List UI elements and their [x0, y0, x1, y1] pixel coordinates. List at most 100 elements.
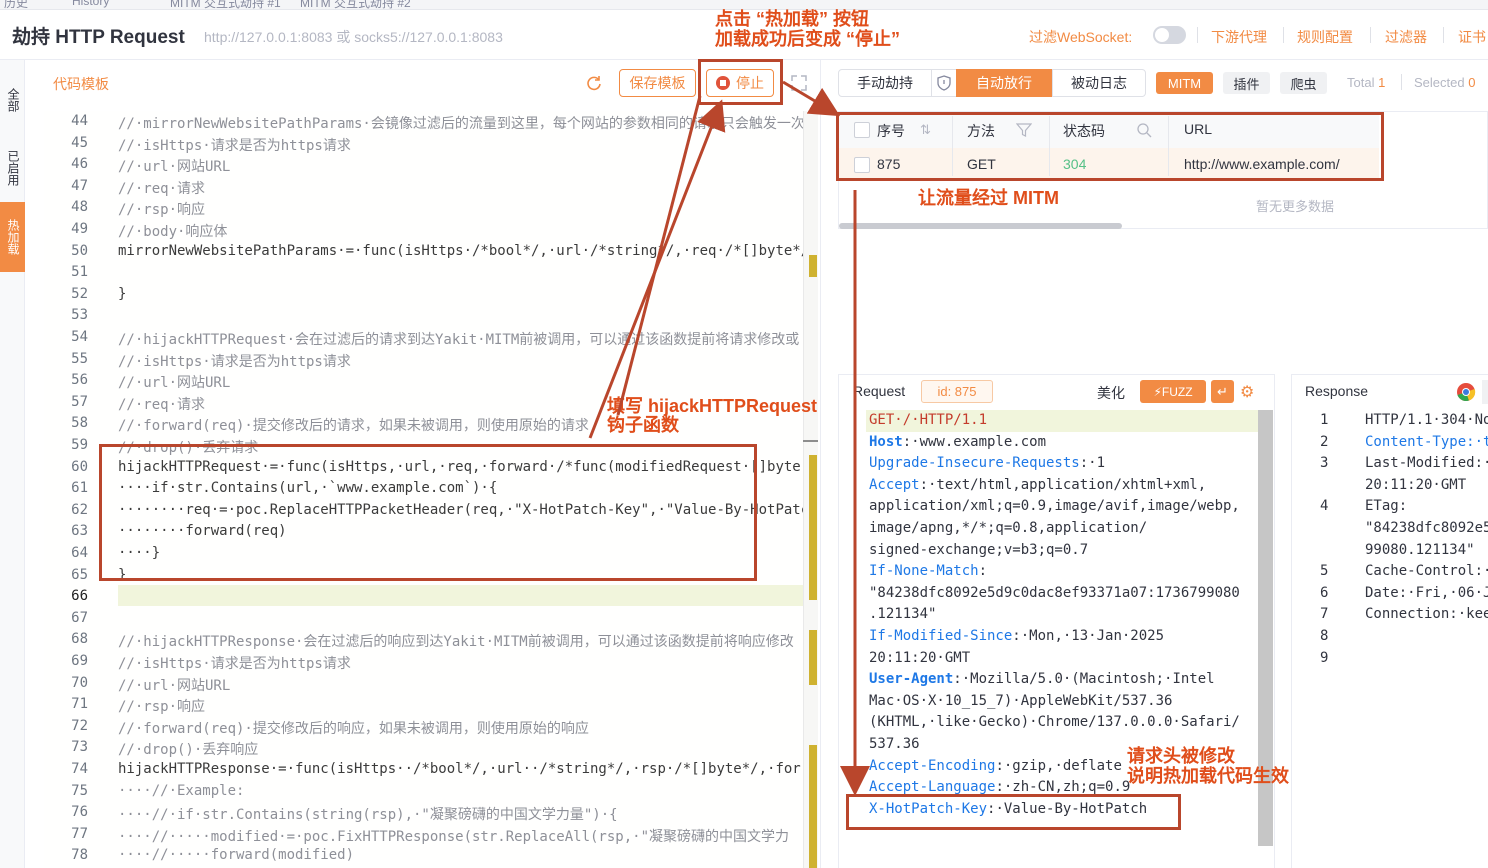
- code-line: }: [118, 285, 127, 302]
- line-number: 45: [71, 134, 88, 151]
- line-number: 75: [71, 782, 88, 799]
- code-line: //·rsp·响应: [118, 699, 206, 716]
- response-line-number: 4: [1320, 498, 1329, 515]
- response-line: 20:11:20·GMT: [1365, 476, 1467, 493]
- line-number: 64: [71, 545, 88, 561]
- line-number: 57: [71, 393, 88, 410]
- plugin-side-tabs: 全部 已启用 热加载: [0, 60, 25, 868]
- request-title: Request: [853, 383, 906, 399]
- line-number: 48: [71, 199, 88, 216]
- gutter-marker: [809, 745, 817, 868]
- refresh-icon[interactable]: [584, 73, 604, 93]
- line-number: 58: [71, 415, 88, 432]
- header-value: :·text/html,application/xhtml+xml,: [919, 476, 1207, 493]
- code-line: //·hijackHTTPResponse·会在过滤后的响应到达Yakit·MI…: [118, 634, 794, 651]
- line-number: 74: [71, 761, 88, 777]
- filter-link[interactable]: 过滤器: [1385, 27, 1427, 47]
- response-line-number: 5: [1320, 563, 1329, 580]
- line-number: 49: [71, 221, 88, 237]
- code-line: mirrorNewWebsitePathParams·=·func(isHttp…: [118, 242, 810, 259]
- line-number: 50: [71, 242, 88, 259]
- header-key: Upgrade-Insecure-Requests: [869, 455, 1080, 472]
- header-key: If-None-Match: [869, 563, 979, 580]
- code-line: //·isHttps·请求是否为https请求: [118, 137, 351, 154]
- filter-websocket-toggle[interactable]: [1153, 26, 1186, 44]
- code-line: //·body·响应体: [118, 224, 228, 240]
- fullscreen-icon[interactable]: [790, 74, 808, 92]
- tab-passive-log[interactable]: 被动日志: [1052, 69, 1146, 97]
- header-value: :·www.example.com: [902, 433, 1047, 450]
- highlight-box-header: [846, 794, 1181, 830]
- line-number: 71: [71, 696, 88, 713]
- code-line: //·forward(req)·提交修改后的请求，如果未被调用，则使用原始的请求: [118, 418, 589, 435]
- filter-websocket-label: 过滤WebSocket:: [1029, 29, 1133, 45]
- code-line: //·url·网站URL: [118, 375, 231, 392]
- annotation-hook-line2: 钩子函数: [607, 415, 679, 435]
- total-label: Total: [1347, 75, 1375, 90]
- request-line: 20:11:20·GMT: [869, 650, 970, 666]
- rule-config-link[interactable]: 规则配置: [1297, 27, 1353, 47]
- request-line: Host:·www.example.com: [869, 434, 1046, 450]
- line-number: 51: [71, 264, 88, 281]
- code-line: //·hijackHTTPRequest·会在过滤后的请求到达Yakit·MIT…: [118, 332, 800, 348]
- line-number: 73: [71, 739, 88, 756]
- panel-divider: [820, 60, 821, 868]
- side-tab-all[interactable]: 全部: [0, 74, 25, 126]
- response-line-number: 1: [1320, 412, 1329, 428]
- scroll-thumb-marker: [803, 440, 818, 442]
- response-line-number: 8: [1320, 628, 1329, 644]
- header-key: Accept-Language: [869, 779, 996, 796]
- line-number: 78: [71, 847, 88, 864]
- tab-history[interactable]: History: [72, 0, 109, 8]
- highlight-box-traffic: [836, 112, 1384, 181]
- tag-mitm[interactable]: MITM: [1156, 72, 1213, 94]
- line-number: 65: [71, 566, 88, 583]
- enter-icon[interactable]: ↵: [1211, 380, 1234, 403]
- table-scrollbar[interactable]: [839, 223, 1122, 229]
- header-key: Accept: [869, 476, 920, 493]
- response-line-number: 6: [1320, 584, 1329, 601]
- line-number: 56: [71, 372, 88, 389]
- response-tool-button[interactable]: [1482, 380, 1488, 404]
- side-tab-enabled[interactable]: 已启用: [0, 138, 25, 198]
- annotation-hot-reload-line2: 加载成功后变成 “停止”: [715, 29, 901, 49]
- tab-manual-hijack[interactable]: 手动劫持: [838, 69, 932, 97]
- save-template-button[interactable]: 保存模板: [619, 69, 696, 97]
- request-line: Upgrade-Insecure-Requests:·1: [869, 455, 1105, 471]
- request-line: Accept-Language:·zh-CN,zh;q=0.9: [869, 779, 1130, 795]
- no-more-data: 暂无更多数据: [1256, 199, 1335, 214]
- request-line: .121134": [869, 606, 936, 622]
- tag-crawler[interactable]: 爬虫: [1280, 72, 1327, 94]
- response-line: "84238dfc8092e5: [1365, 520, 1488, 536]
- chrome-icon[interactable]: [1456, 382, 1476, 402]
- tab-auto-release[interactable]: 自动放行: [956, 69, 1052, 97]
- code-line: hijackHTTPResponse·=·func(isHttps··/*boo…: [118, 761, 801, 777]
- code-line: //·mirrorNewWebsitePathParams·会镜像过滤后的流量到…: [118, 116, 805, 132]
- header-value: :: [978, 563, 988, 580]
- gear-icon[interactable]: ⚙: [1240, 382, 1254, 402]
- response-line-number: 3: [1320, 455, 1329, 472]
- certificate-link[interactable]: 证书: [1458, 27, 1486, 47]
- side-tab-hot-reload[interactable]: 热加载: [0, 202, 25, 272]
- shield-icon[interactable]: [932, 69, 956, 97]
- header-value: :·gzip,·deflate: [995, 757, 1122, 774]
- request-line: Mac·OS·X·10_15_7)·AppleWebKit/537.36: [869, 693, 1172, 709]
- tab-label: 被动日志: [1071, 75, 1127, 91]
- gutter-marker: [809, 630, 817, 685]
- tab-label: 自动放行: [976, 75, 1032, 91]
- response-line: Cache-Control:·ma: [1365, 563, 1488, 580]
- beautify-button[interactable]: 美化: [1097, 383, 1125, 403]
- fuzz-button[interactable]: ⚡ FUZZ: [1140, 380, 1206, 403]
- response-line: Date:·Fri,·06·Ju: [1365, 584, 1488, 601]
- divider: [1370, 27, 1371, 43]
- response-line: HTTP/1.1·304·Not: [1365, 412, 1488, 428]
- downstream-proxy-link[interactable]: 下游代理: [1211, 27, 1267, 47]
- annotation-mitm: 让流量经过 MITM: [918, 188, 1059, 208]
- tag-plugin[interactable]: 插件: [1223, 72, 1270, 94]
- request-line: GET·/·HTTP/1.1: [869, 412, 987, 428]
- annotation-hot-reload-line1: 点击 “热加载” 按钮: [715, 9, 870, 29]
- annotation-header-line1: 请求头被修改: [1127, 746, 1235, 766]
- line-number: 55: [71, 350, 88, 367]
- header-value: .121134": [869, 606, 937, 623]
- header-value: signed-exchange;v=b3;q=0.7: [869, 541, 1089, 558]
